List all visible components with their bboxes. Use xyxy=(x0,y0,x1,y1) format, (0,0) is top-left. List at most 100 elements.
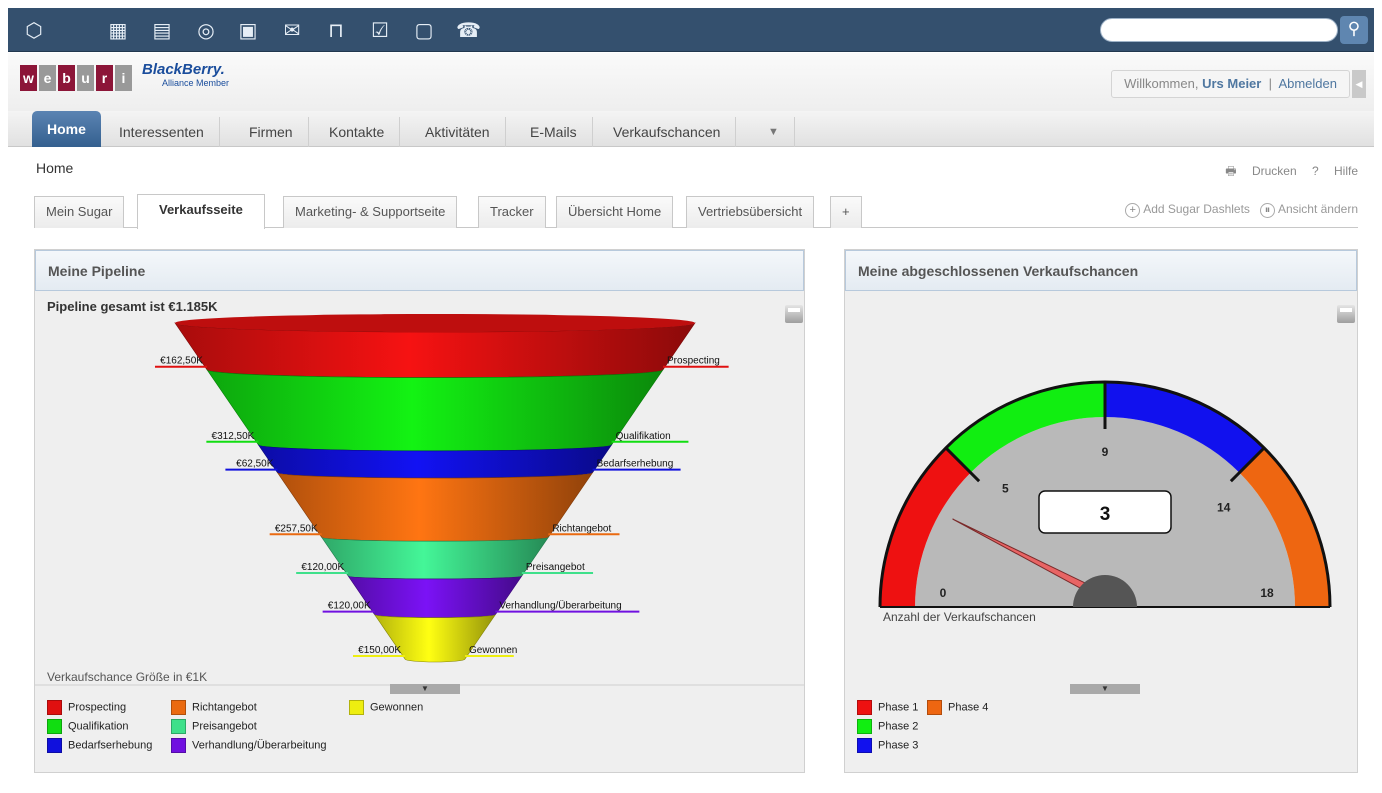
legend-label: Verhandlung/Überarbeitung xyxy=(192,739,327,752)
funnel-category-label: Qualifikation xyxy=(616,431,671,442)
dashtab-uebersicht-home[interactable]: Übersicht Home xyxy=(556,196,674,228)
help-link[interactable]: ? Hilfe xyxy=(1312,164,1358,178)
coins-icon[interactable]: ◎ xyxy=(194,18,218,42)
legend-item: Prospecting xyxy=(47,700,126,715)
dashtab-marketing[interactable]: Marketing- & Supportseite xyxy=(283,196,458,228)
weburi-logo[interactable]: weburi xyxy=(20,65,132,91)
legend-swatch xyxy=(171,738,186,753)
funnel-segment[interactable] xyxy=(206,368,664,452)
logo-letter: b xyxy=(58,65,75,91)
funnel-category-label: Preisangebot xyxy=(526,562,585,573)
tab-emails[interactable]: E-Mails xyxy=(515,117,593,147)
legend-label: Preisangebot xyxy=(192,720,257,733)
calendar-icon[interactable]: ▢ xyxy=(412,18,436,42)
funnel-category-label: Bedarfserhebung xyxy=(597,459,674,470)
tab-aktivitaeten[interactable]: Aktivitäten xyxy=(410,117,506,147)
clip-icon[interactable]: ⊓ xyxy=(324,18,348,42)
dashtab-verkaufsseite[interactable]: Verkaufsseite xyxy=(137,194,265,229)
user-menu: Willkommen, Urs Meier | Abmelden xyxy=(1111,70,1350,98)
tab-firmen[interactable]: Firmen xyxy=(234,117,309,147)
pipeline-subtitle: Pipeline gesamt ist €1.185K xyxy=(47,299,218,314)
dashtab-mein-sugar[interactable]: Mein Sugar xyxy=(34,196,125,228)
legend-swatch xyxy=(171,700,186,715)
gauge-tick-label: 18 xyxy=(1260,586,1274,600)
change-view-label: Ansicht ändern xyxy=(1277,202,1358,216)
legend-item: Phase 2 xyxy=(857,719,918,734)
resize-handle-icon[interactable]: ▼ xyxy=(1070,684,1140,694)
legend-label: Richtangebot xyxy=(192,701,257,714)
gauge-legend: Phase 1 Phase 2 Phase 3 Phase 4 xyxy=(857,700,1157,760)
tab-kontakte[interactable]: Kontakte xyxy=(314,117,401,147)
blackberry-logo: BlackBerry. Alliance Member xyxy=(142,61,229,88)
legend-item: Verhandlung/Überarbeitung xyxy=(171,738,327,753)
legend-item: Qualifikation xyxy=(47,719,129,734)
print-link[interactable]: 🖶 Drucken xyxy=(1225,164,1296,178)
change-view-button[interactable]: ⏸ Ansicht ändern xyxy=(1259,202,1358,218)
building-icon[interactable]: ▦ xyxy=(106,18,130,42)
funnel-category-label: Richtangebot xyxy=(552,523,611,534)
legend-swatch xyxy=(47,719,62,734)
funnel-segment[interactable] xyxy=(277,471,593,542)
logout-link[interactable]: Abmelden xyxy=(1278,76,1337,91)
page-title: Home xyxy=(36,160,74,176)
gauge-tick-label: 14 xyxy=(1217,500,1231,514)
pipeline-dashlet: Meine Pipeline Pipeline gesamt ist €1.18… xyxy=(34,249,805,773)
legend-swatch xyxy=(349,700,364,715)
search-icon[interactable]: ⚲ xyxy=(1340,16,1368,44)
module-tabs: Home Interessenten Firmen Kontakte Aktiv… xyxy=(8,111,1374,147)
tab-interessenten[interactable]: Interessenten xyxy=(104,117,220,147)
legend-label: Gewonnen xyxy=(370,701,424,714)
legend-swatch xyxy=(927,700,942,715)
dashtab-vertriebsuebersicht[interactable]: Vertriebsübersicht xyxy=(686,196,815,228)
collapse-arrow-icon[interactable]: ◀ xyxy=(1352,70,1366,98)
gauge-xlabel: Anzahl der Verkaufschancen xyxy=(883,610,1036,624)
funnel-category-label: Verhandlung/Überarbeitung xyxy=(499,600,621,612)
phone-icon[interactable]: ☎ xyxy=(456,18,481,42)
cube-icon[interactable]: ⬡ xyxy=(22,18,46,42)
legend-swatch xyxy=(857,738,872,753)
help-label: Hilfe xyxy=(1333,164,1358,178)
gauge-tick-label: 5 xyxy=(1002,481,1009,495)
funnel-segment[interactable] xyxy=(321,536,549,580)
gauge-dashlet-header[interactable]: Meine abgeschlossenen Verkaufschancen xyxy=(845,250,1357,291)
contact-card-icon[interactable]: ▤ xyxy=(150,18,174,42)
legend-swatch xyxy=(171,719,186,734)
legend-label: Bedarfserhebung xyxy=(68,739,153,752)
add-tab-button[interactable]: + xyxy=(830,196,862,228)
legend-item: Preisangebot xyxy=(171,719,257,734)
dashtab-tracker[interactable]: Tracker xyxy=(478,196,546,228)
envelope-icon[interactable]: ✉ xyxy=(280,18,304,42)
dashlet-actions: + Add Sugar Dashlets ⏸ Ansicht ändern xyxy=(1125,202,1358,218)
funnel-value-label: €257,50K xyxy=(275,523,318,534)
pipeline-dashlet-header[interactable]: Meine Pipeline xyxy=(35,250,804,291)
legend-item: Bedarfserhebung xyxy=(47,738,152,753)
checklist-icon[interactable]: ☑ xyxy=(368,18,392,42)
legend-label: Phase 3 xyxy=(878,739,919,752)
add-dashlets-button[interactable]: + Add Sugar Dashlets xyxy=(1125,202,1250,218)
gauge-tick-label: 9 xyxy=(1102,445,1109,459)
legend-swatch xyxy=(47,700,62,715)
page-actions: 🖶 Drucken ? Hilfe xyxy=(1213,162,1358,183)
logo-letter: u xyxy=(77,65,94,91)
logo-letter: i xyxy=(115,65,132,91)
closed-opportunities-gauge: 0 5 9 14 18 3 Anzahl der Verkaufschancen xyxy=(878,380,1332,624)
legend-item: Phase 1 xyxy=(857,700,918,715)
legend-label: Phase 4 xyxy=(948,701,989,714)
print-label: Drucken xyxy=(1251,164,1297,178)
funnel-value-label: €162,50K xyxy=(160,356,203,367)
more-tabs-chevron-icon[interactable]: ▼ xyxy=(753,117,795,147)
tab-home[interactable]: Home xyxy=(32,111,101,147)
legend-item: Richtangebot xyxy=(171,700,257,715)
legend-item: Phase 3 xyxy=(857,738,918,753)
legend-item: Phase 4 xyxy=(927,700,988,715)
gauge-dashlet: Meine abgeschlossenen Verkaufschancen 0 5… xyxy=(844,249,1358,773)
resize-handle-icon[interactable]: ▼ xyxy=(390,684,460,694)
pipeline-legend: Prospecting Qualifikation Bedarfserhebung R… xyxy=(47,700,747,760)
global-search-input[interactable] xyxy=(1100,18,1338,42)
partner-sub: Alliance Member xyxy=(162,78,230,88)
user-name[interactable]: Urs Meier xyxy=(1202,76,1261,91)
briefcase-icon[interactable]: ▣ xyxy=(236,18,260,42)
funnel-value-label: €120,00K xyxy=(301,562,344,573)
brand-bar: weburi BlackBerry. Alliance Member Willk… xyxy=(8,53,1374,111)
tab-verkaufschancen[interactable]: Verkaufschancen xyxy=(598,117,737,147)
